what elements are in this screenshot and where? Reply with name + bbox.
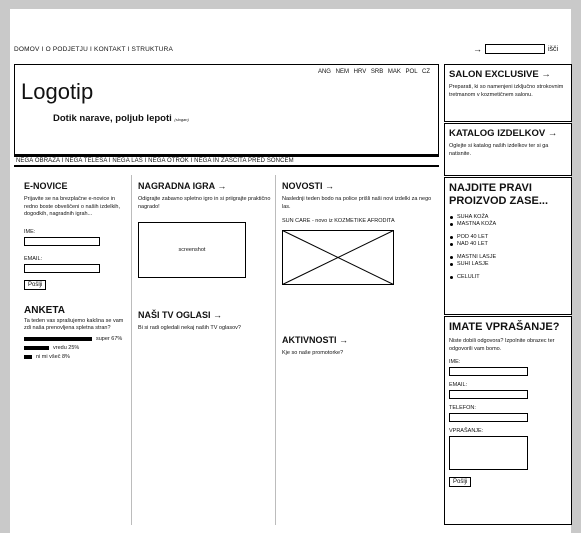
katalog-box[interactable]: KATALOG IZDELKOV → Oglejte si katalog na… bbox=[444, 123, 572, 176]
tagline: Dotik narave, poljub lepoti (slogan) bbox=[53, 113, 189, 124]
product-link[interactable]: SUHI LASJE bbox=[449, 261, 567, 268]
question-form-box: IMATE VPRAŠANJE? Niste dobili odgovora? … bbox=[444, 316, 572, 525]
email-field[interactable] bbox=[449, 390, 528, 399]
poll-row: super 67% bbox=[24, 336, 124, 342]
product-link[interactable]: SUHA KOŽA bbox=[449, 214, 567, 221]
window-top-bar bbox=[0, 0, 581, 9]
enovice-ime-label: IME: bbox=[24, 228, 36, 235]
enovice-email-field[interactable] bbox=[24, 263, 100, 273]
product-finder-box: NAJDITE PRAVI PROIZVOD ZASE... SUHA KOŽA… bbox=[444, 177, 572, 315]
email-label: EMAIL: bbox=[449, 382, 468, 388]
enovice-send-button[interactable]: Pošlji bbox=[24, 279, 47, 290]
product-finder-title: NAJDITE PRAVI PROIZVOD ZASE... bbox=[449, 182, 549, 207]
salon-exclusive-box[interactable]: SALON EXCLUSIVE → Preparati, ki so namen… bbox=[444, 64, 572, 122]
top-navigation[interactable]: DOMOV I O PODJETJU I KONTAKT I STRUKTURA bbox=[14, 46, 173, 53]
column-divider bbox=[275, 175, 276, 525]
arrow-right-icon: → bbox=[217, 181, 227, 191]
question-text: Niste dobili odgovora? Izpolnite obrazec… bbox=[449, 338, 555, 352]
vprasanje-label: VPRAŠANJE: bbox=[449, 428, 484, 434]
poll-bar bbox=[24, 354, 32, 359]
salon-exclusive-title: SALON EXCLUSIVE → bbox=[449, 69, 551, 80]
arrow-right-icon: → bbox=[473, 43, 482, 54]
poll-label: vredu 25% bbox=[53, 344, 80, 351]
header-box: Logotip Dotik narave, poljub lepoti (slo… bbox=[14, 64, 439, 155]
logo[interactable]: Logotip bbox=[21, 79, 93, 105]
search-button[interactable]: išči bbox=[548, 46, 558, 53]
novosti-subtitle[interactable]: SUN CARE - novo iz KOZMETIKE AFRODITA bbox=[282, 218, 434, 226]
enovice-text: Prijavite se na brezplačne e-novice in r… bbox=[24, 196, 121, 217]
poll-results: super 67% vredu 25% ni mi všeč 8% bbox=[24, 336, 124, 360]
poll-bar bbox=[24, 345, 49, 350]
vprasanje-textarea[interactable] bbox=[449, 436, 528, 470]
product-list: SUHA KOŽA MASTNA KOŽA POD 40 LET NAD 40 … bbox=[449, 214, 567, 281]
poll-row: vredu 25% bbox=[24, 345, 124, 351]
game-screenshot[interactable]: screenshot bbox=[138, 222, 246, 278]
window-right-frame bbox=[571, 9, 581, 533]
search-input[interactable] bbox=[485, 44, 545, 54]
product-link[interactable]: MASTNA KOŽA bbox=[449, 221, 567, 228]
katalog-title: KATALOG IZDELKOV → bbox=[449, 128, 558, 139]
product-link[interactable]: MASTNI LASJE bbox=[449, 254, 567, 261]
image-placeholder[interactable] bbox=[282, 229, 394, 285]
anketa-text: Ta teden vas sprašujemo kakšna se vam zd… bbox=[24, 317, 124, 332]
aktivnosti-text: Kje so naše promotorke? bbox=[282, 349, 344, 356]
product-link[interactable]: POD 40 LET bbox=[449, 234, 567, 241]
tagline-text: Dotik narave, poljub lepoti bbox=[53, 113, 172, 124]
poll-row: ni mi všeč 8% bbox=[24, 354, 124, 360]
send-button[interactable]: Pošlji bbox=[449, 477, 472, 487]
enovice-ime-field[interactable] bbox=[24, 236, 100, 246]
category-navigation[interactable]: NEGA OBRAZA I NEGA TELESA I NEGA LAS I N… bbox=[14, 155, 439, 167]
nagradna-title: NAGRADNA IGRA → bbox=[138, 181, 227, 191]
arrow-right-icon: → bbox=[547, 128, 558, 139]
language-selector[interactable]: ANG NEM HRV SRB MAK POL CZ bbox=[318, 69, 430, 75]
arrow-right-icon: → bbox=[325, 181, 335, 191]
nagradna-text: Odigrajte zabavno spletno igro in si pri… bbox=[138, 196, 271, 210]
search-area: → išči bbox=[473, 44, 558, 54]
column-divider bbox=[131, 175, 132, 525]
product-link[interactable]: CELULIT bbox=[449, 274, 567, 281]
arrow-right-icon: → bbox=[541, 69, 551, 80]
window-left-frame bbox=[0, 9, 10, 533]
arrow-right-icon: → bbox=[339, 334, 349, 345]
salon-exclusive-text: Preparati, ki so namenjeni izključno str… bbox=[449, 84, 564, 98]
novosti-title: NOVOSTI → bbox=[282, 181, 335, 191]
tagline-small: (slogan) bbox=[174, 117, 189, 122]
novosti-column: NOVOSTI → Naslednji teden bodo na police… bbox=[282, 181, 434, 357]
telefon-label: TELEFON: bbox=[449, 405, 476, 411]
aktivnosti-title: AKTIVNOSTI → bbox=[282, 334, 349, 345]
question-title: IMATE VPRAŠANJE? bbox=[449, 321, 560, 333]
tv-title: NAŠI TV OGLASI → bbox=[138, 310, 223, 320]
anketa-title: ANKETA bbox=[24, 304, 65, 316]
enovice-title: E-NOVICE bbox=[24, 181, 68, 191]
tv-text: Bi si radi ogledali nekaj naših TV oglas… bbox=[138, 325, 241, 331]
poll-label: ni mi všeč 8% bbox=[36, 353, 70, 360]
arrow-right-icon: → bbox=[213, 310, 223, 320]
poll-label: super 67% bbox=[96, 335, 123, 342]
product-link[interactable]: NAD 40 LET bbox=[449, 241, 567, 248]
novosti-text: Naslednji teden bodo na police prišli na… bbox=[282, 196, 432, 210]
telefon-field[interactable] bbox=[449, 413, 528, 422]
nagradna-column: NAGRADNA IGRA → Odigrajte zabavno spletn… bbox=[138, 181, 273, 333]
ime-label: IME: bbox=[449, 359, 461, 365]
enovice-column: E-NOVICE Prijavite se na brezplačne e-no… bbox=[24, 181, 124, 360]
poll-bar bbox=[24, 336, 92, 341]
enovice-email-label: EMAIL: bbox=[24, 255, 43, 262]
katalog-text: Oglejte si katalog naših izdelkov ter si… bbox=[449, 143, 549, 157]
ime-field[interactable] bbox=[449, 367, 528, 376]
